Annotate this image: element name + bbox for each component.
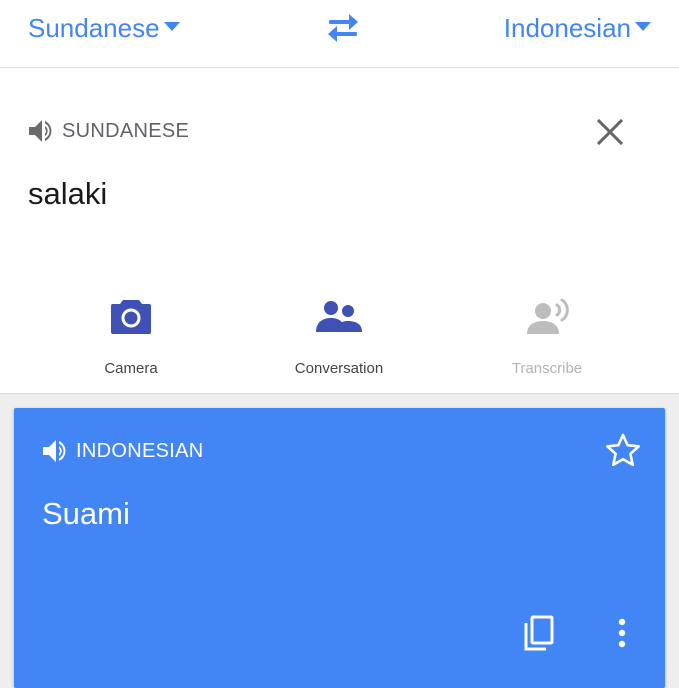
conversation-icon (316, 301, 362, 332)
star-icon[interactable] (604, 432, 642, 468)
swap-languages-icon[interactable] (324, 12, 362, 44)
target-language-name: Indonesian (503, 13, 631, 43)
clear-input-close-icon[interactable] (594, 116, 626, 148)
copy-icon[interactable] (522, 614, 556, 652)
input-tools-row: Camera Conversation Transcribe (0, 294, 679, 384)
transcribe-button[interactable]: Transcribe (477, 294, 617, 377)
result-language-row: INDONESIAN (42, 438, 203, 464)
transcribe-label: Transcribe (511, 360, 583, 377)
target-language-selector[interactable]: Indonesian (504, 13, 651, 43)
source-dropdown-caret-icon (163, 21, 180, 31)
translation-text: Suami (42, 496, 130, 531)
source-language-selector[interactable]: Sundanese (28, 13, 180, 43)
source-speaker-icon[interactable] (28, 118, 56, 144)
result-language-label: INDONESIAN (76, 439, 204, 462)
transcribe-icon (527, 298, 569, 334)
source-language-label: SUNDANESE (62, 119, 190, 142)
language-bar: Sundanese Indonesian (0, 0, 679, 68)
result-speaker-icon[interactable] (42, 438, 70, 464)
conversation-button[interactable]: Conversation (269, 294, 409, 377)
source-input-text[interactable]: salaki (28, 176, 107, 212)
camera-button[interactable]: Camera (61, 294, 201, 377)
camera-icon (111, 300, 151, 334)
source-panel: SUNDANESE salaki Camera Conversation Tra… (0, 68, 679, 394)
conversation-label: Conversation (294, 360, 384, 377)
source-language-row: SUNDANESE (28, 118, 189, 144)
source-language-name: Sundanese (28, 13, 160, 43)
camera-label: Camera (104, 360, 158, 377)
translation-card[interactable]: INDONESIAN Suami (14, 408, 665, 688)
more-options-icon[interactable] (612, 614, 632, 652)
target-dropdown-caret-icon (635, 21, 651, 31)
